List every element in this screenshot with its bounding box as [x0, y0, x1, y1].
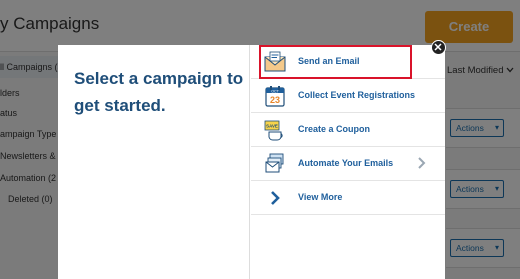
calendar-icon: OCT 23 [263, 84, 287, 108]
campaign-type-modal: Select a campaign to get started. Send a… [58, 45, 445, 279]
coupon-text: SAVE [266, 124, 278, 129]
modal-intro-panel: Select a campaign to get started. [58, 45, 250, 279]
option-label: Collect Event Registrations [298, 90, 416, 100]
chevron-right-icon [414, 156, 428, 170]
option-event-registrations[interactable]: OCT 23 Collect Event Registrations [251, 79, 445, 113]
close-modal-button[interactable] [431, 40, 446, 55]
modal-heading: Select a campaign to get started. [74, 69, 244, 115]
option-label: Automate Your Emails [298, 158, 394, 168]
selection-highlight [259, 45, 412, 79]
calendar-day: 23 [270, 95, 280, 105]
automation-icon [263, 152, 287, 176]
option-create-coupon[interactable]: SAVE Create a Coupon [251, 113, 445, 147]
option-label: Create a Coupon [298, 124, 371, 134]
option-automate-emails[interactable]: Automate Your Emails [251, 147, 445, 181]
calendar-month: OCT [271, 89, 279, 93]
option-label: View More [298, 192, 343, 202]
option-view-more[interactable]: View More [251, 181, 445, 215]
chevron-right-icon [263, 186, 287, 210]
coupon-icon: SAVE [263, 118, 287, 142]
close-icon [434, 43, 442, 51]
